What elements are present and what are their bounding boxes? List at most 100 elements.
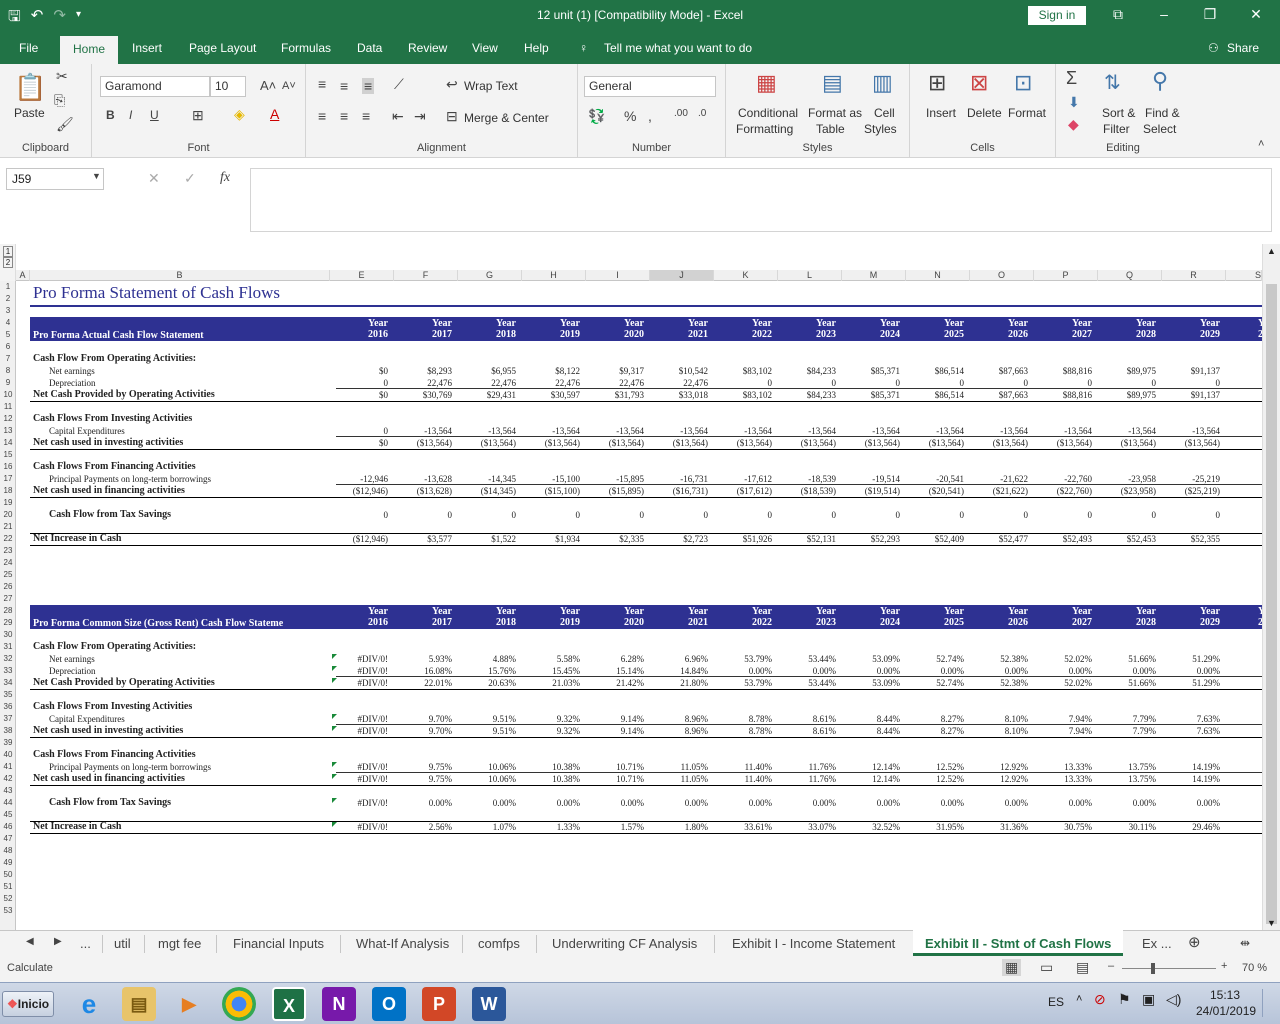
- data-cell[interactable]: 14.19%: [1164, 773, 1220, 785]
- row-header[interactable]: 9: [0, 377, 16, 389]
- data-cell[interactable]: 22.01%: [396, 677, 452, 689]
- tab-page-layout[interactable]: Page Layout: [189, 41, 256, 55]
- sheet-tab-mgt-fee[interactable]: mgt fee: [158, 936, 201, 951]
- bold-icon[interactable]: B: [106, 108, 115, 122]
- data-cell[interactable]: 9.32%: [524, 725, 580, 737]
- sign-in-button[interactable]: Sign in: [1028, 6, 1086, 25]
- format-cells-button[interactable]: Format: [1008, 106, 1046, 120]
- clear-icon[interactable]: ◆: [1068, 116, 1079, 133]
- data-cell[interactable]: 0.00%: [716, 797, 772, 809]
- formula-input[interactable]: [250, 168, 1272, 232]
- column-header[interactable]: F: [394, 270, 458, 281]
- data-cell[interactable]: 8.78%: [716, 725, 772, 737]
- data-cell[interactable]: ($14,345): [460, 485, 516, 497]
- row-header[interactable]: 12: [0, 413, 16, 425]
- row-header[interactable]: 5: [0, 329, 16, 341]
- data-cell[interactable]: 8.27%: [908, 725, 964, 737]
- row-header[interactable]: 23: [0, 545, 16, 557]
- data-cell[interactable]: 12.92%: [972, 773, 1028, 785]
- sheet-tab-underwriting[interactable]: Underwriting CF Analysis: [552, 936, 697, 951]
- sheet-tab-comfps[interactable]: comfps: [478, 936, 520, 951]
- data-cell[interactable]: 21.03%: [524, 677, 580, 689]
- data-cell[interactable]: 33.07%: [780, 821, 836, 833]
- data-cell[interactable]: $3,577: [396, 533, 452, 545]
- data-cell[interactable]: ($13,628): [396, 485, 452, 497]
- data-cell[interactable]: 0.00%: [1100, 797, 1156, 809]
- data-cell[interactable]: #DIV/0!: [332, 725, 389, 737]
- data-cell[interactable]: 1.33%: [524, 821, 580, 833]
- data-cell[interactable]: 52.38%: [972, 653, 1028, 665]
- data-cell[interactable]: $83,102: [716, 389, 772, 401]
- delete-cells-icon[interactable]: ⊠: [970, 70, 988, 96]
- data-cell[interactable]: $31,793: [588, 389, 644, 401]
- sheet-tab-financial-inputs[interactable]: Financial Inputs: [233, 936, 324, 951]
- data-cell[interactable]: 20.63%: [460, 677, 516, 689]
- format-as-table-icon[interactable]: ▤: [822, 70, 843, 96]
- language-indicator[interactable]: ES: [1048, 995, 1064, 1009]
- orientation-icon[interactable]: ⟋: [394, 76, 404, 93]
- data-cell[interactable]: 52.38%: [972, 677, 1028, 689]
- data-cell[interactable]: 9.51%: [460, 725, 516, 737]
- data-cell[interactable]: $29,431: [460, 389, 516, 401]
- sheet-tab-what-if[interactable]: What-If Analysis: [356, 936, 449, 951]
- data-cell[interactable]: ($23,958): [1100, 485, 1156, 497]
- borders-icon[interactable]: ⊞: [192, 107, 204, 124]
- data-cell[interactable]: $1,934: [524, 533, 580, 545]
- cut-icon[interactable]: ✂: [56, 68, 68, 85]
- paste-button[interactable]: Paste: [14, 106, 45, 120]
- data-cell[interactable]: 13.75%: [1100, 773, 1156, 785]
- data-cell[interactable]: 7.63%: [1164, 725, 1220, 737]
- sheet-tab-exhibit-ii[interactable]: Exhibit II - Stmt of Cash Flows: [925, 936, 1111, 951]
- data-cell[interactable]: $86,514: [908, 389, 964, 401]
- row-header[interactable]: 49: [0, 857, 16, 869]
- cell-grid[interactable]: Pro Forma Statement of Cash Flows Pro Fo…: [16, 281, 1262, 930]
- clock-time[interactable]: 15:13: [1210, 988, 1240, 1002]
- underline-icon[interactable]: U: [150, 108, 159, 122]
- zoom-slider[interactable]: [1122, 968, 1216, 969]
- powerpoint-icon[interactable]: P: [422, 987, 456, 1021]
- row-header[interactable]: 32: [0, 653, 16, 665]
- ribbon-display-icon[interactable]: ⧉: [1106, 6, 1130, 23]
- find-select-label2[interactable]: Select: [1143, 122, 1176, 136]
- tab-file[interactable]: File: [19, 41, 38, 55]
- row-header[interactable]: 21: [0, 521, 16, 533]
- data-cell[interactable]: $89,975: [1100, 365, 1156, 377]
- row-header[interactable]: 31: [0, 641, 16, 653]
- row-header[interactable]: 20: [0, 509, 16, 521]
- name-box[interactable]: J59: [6, 168, 104, 190]
- data-cell[interactable]: 0: [1036, 509, 1093, 521]
- font-name-select[interactable]: Garamond: [100, 76, 210, 97]
- data-cell[interactable]: #DIV/0!: [332, 797, 389, 809]
- data-cell[interactable]: ($20,541): [908, 485, 964, 497]
- error-indicator-icon[interactable]: [332, 678, 337, 683]
- data-cell[interactable]: 0: [972, 509, 1029, 521]
- row-header[interactable]: 25: [0, 569, 16, 581]
- close-icon[interactable]: ✕: [1244, 6, 1268, 23]
- data-cell[interactable]: 0.00%: [524, 797, 580, 809]
- row-header[interactable]: 35: [0, 689, 16, 701]
- row-header[interactable]: 50: [0, 869, 16, 881]
- zoom-level[interactable]: 70 %: [1242, 962, 1267, 974]
- row-header[interactable]: 44: [0, 797, 16, 809]
- column-header[interactable]: H: [522, 270, 586, 281]
- data-cell[interactable]: 6.96%: [652, 653, 708, 665]
- new-sheet-icon[interactable]: ⊕: [1188, 933, 1201, 951]
- sort-filter-icon[interactable]: ⇅: [1104, 70, 1121, 95]
- find-select-icon[interactable]: ⚲: [1152, 68, 1168, 94]
- data-cell[interactable]: 0: [652, 509, 709, 521]
- row-header[interactable]: 52: [0, 893, 16, 905]
- data-cell[interactable]: $1,522: [460, 533, 516, 545]
- data-cell[interactable]: $10,542: [652, 365, 708, 377]
- data-cell[interactable]: ($22,760): [1036, 485, 1092, 497]
- data-cell[interactable]: 9.75%: [396, 773, 452, 785]
- data-cell[interactable]: 0: [524, 509, 581, 521]
- data-cell[interactable]: 53.79%: [716, 653, 772, 665]
- row-header[interactable]: 27: [0, 593, 16, 605]
- tab-split-icon[interactable]: ⇹: [1240, 936, 1250, 950]
- data-cell[interactable]: $52,453: [1100, 533, 1156, 545]
- data-cell[interactable]: 0: [460, 509, 517, 521]
- data-cell[interactable]: $87,663: [972, 389, 1028, 401]
- share-button[interactable]: Share: [1227, 41, 1259, 55]
- align-center-icon[interactable]: ≡: [340, 108, 348, 124]
- conditional-formatting-label2[interactable]: Formatting: [736, 122, 793, 136]
